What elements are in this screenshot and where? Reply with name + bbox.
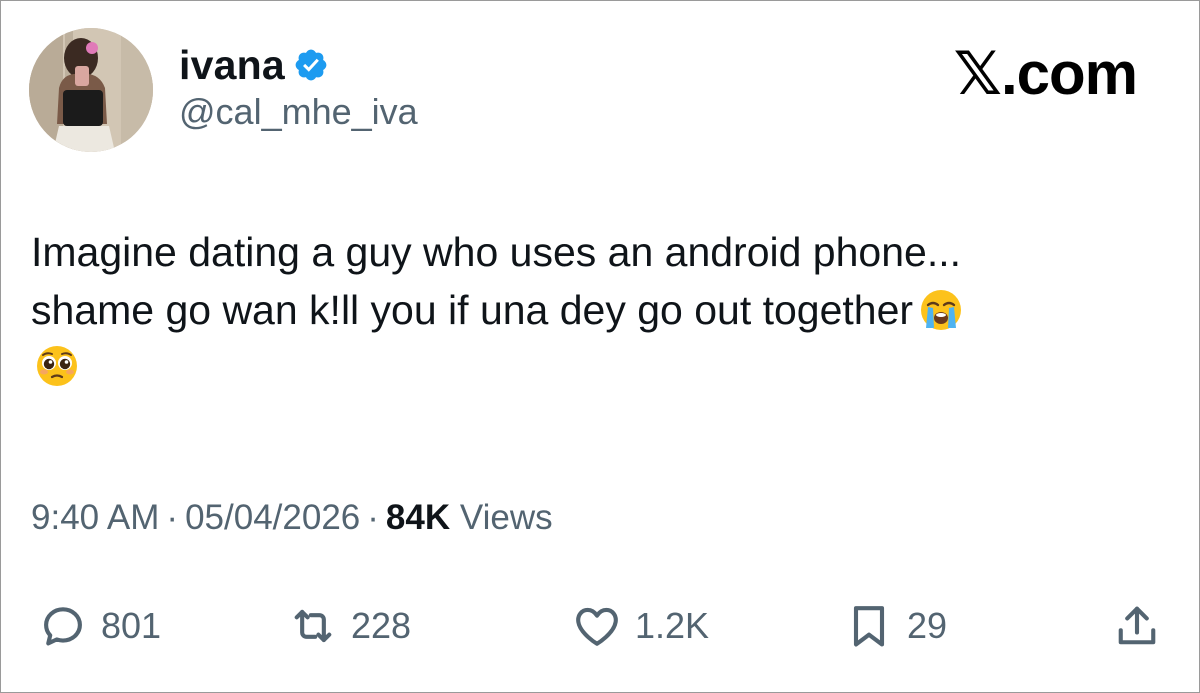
bookmark-icon <box>853 606 885 647</box>
tweet-line-1: Imagine dating a guy who uses an android… <box>31 229 961 275</box>
tweet-body: Imagine dating a guy who uses an android… <box>31 223 1161 397</box>
reply-count: 801 <box>101 605 162 646</box>
tweet-card: ivana @cal_mhe_iva 𝕏.com Imagine dating … <box>0 0 1200 693</box>
avatar-photo <box>29 28 153 152</box>
reply-icon <box>44 607 82 646</box>
display-name[interactable]: ivana <box>179 42 285 89</box>
heart-icon <box>576 607 618 646</box>
user-handle[interactable]: @cal_mhe_iva <box>179 91 418 133</box>
bookmark-count: 29 <box>907 605 948 646</box>
meta-separator: · <box>166 498 179 537</box>
views-count: 84K <box>385 498 451 537</box>
brand-logo-text: 𝕏.com <box>953 40 1138 107</box>
name-row: ivana <box>179 41 418 89</box>
repost-icon <box>294 609 332 643</box>
verified-badge-icon <box>295 49 327 81</box>
tweet-meta: 9:40 AM · 05/04/2026 · 84K Views <box>31 498 553 538</box>
tweet-line-2-text: shame go wan k!ll you if una dey go out … <box>31 287 914 333</box>
user-info: ivana @cal_mhe_iva <box>179 41 418 133</box>
pleading-face-icon <box>37 346 77 386</box>
loudly-crying-face-icon <box>921 290 962 330</box>
like-button[interactable]: 1.2K <box>571 594 709 658</box>
views-label: Views <box>459 498 553 537</box>
share-button[interactable] <box>1111 594 1163 658</box>
repost-count: 228 <box>351 605 412 646</box>
reply-button[interactable]: 801 <box>37 594 161 658</box>
action-bar: 801 228 1.2K 29 <box>1 594 1200 658</box>
tweet-line-3 <box>31 339 1161 397</box>
meta-separator: · <box>367 498 379 537</box>
tweet-line-2: shame go wan k!ll you if una dey go out … <box>31 281 1161 339</box>
repost-button[interactable]: 228 <box>287 594 411 658</box>
share-icon <box>1118 606 1156 645</box>
like-count: 1.2K <box>635 605 710 646</box>
tweet-time[interactable]: 9:40 AM <box>31 498 159 537</box>
avatar[interactable] <box>29 28 153 152</box>
tweet-date[interactable]: 05/04/2026 <box>185 498 360 537</box>
bookmark-button[interactable]: 29 <box>843 594 947 658</box>
